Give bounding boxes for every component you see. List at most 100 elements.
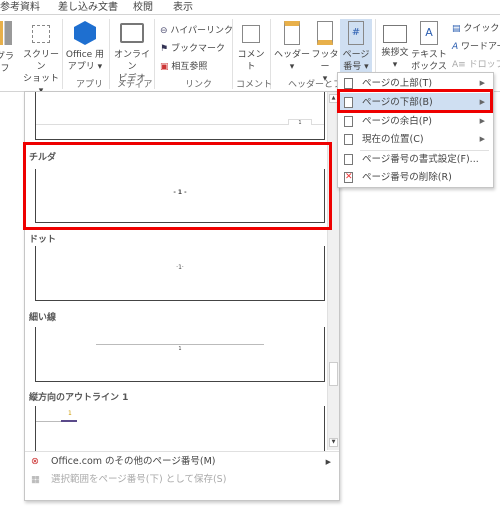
gallery-item-label: ドット (29, 235, 57, 245)
annotation-highlight-bottom-of-page (337, 89, 493, 113)
bookmark-button[interactable]: ⚑ ブックマーク (160, 41, 225, 54)
label: 相互参照 (171, 62, 208, 72)
label: テキスト (411, 50, 447, 60)
submenu-arrow-icon: ▶ (325, 458, 331, 466)
flag-icon: ⚑ (160, 44, 171, 54)
label: スクリーン (22, 50, 59, 72)
divider (62, 19, 63, 89)
tab-mailings[interactable]: 差し込み文書 (58, 0, 118, 13)
office-com-icon: ⊗ (31, 456, 39, 467)
drop-cap-button[interactable]: A≡ ドロップ キ (452, 57, 500, 70)
link-icon: ⊖ (160, 26, 171, 36)
label: ページ番号の削除(R) (362, 172, 452, 183)
gallery-item-vertical-outline[interactable]: 1 (35, 406, 325, 451)
cross-reference-button[interactable]: ▣ 相互参照 (160, 59, 207, 72)
scroll-down-icon[interactable]: ▼ (329, 438, 338, 447)
divider (25, 451, 339, 452)
group-label-media: メディア (117, 80, 153, 90)
online-video-button[interactable]: オンライン ビデオ (110, 21, 154, 85)
comment-icon (242, 25, 260, 43)
header-icon (284, 21, 300, 45)
label: ページの上部(T) (362, 78, 433, 89)
footer-icon (317, 21, 333, 45)
label: コメント (237, 50, 265, 72)
cross-reference-icon: ▣ (160, 62, 172, 72)
label: ブックマーク (170, 44, 225, 54)
label: グラフ (0, 52, 14, 74)
quick-parts-button[interactable]: ▤ クイック パ (452, 21, 500, 34)
page-number-button[interactable]: # ページ 番号 ▾ (340, 19, 372, 77)
divider (232, 19, 233, 89)
preview-line (36, 421, 61, 422)
gallery-item-label: 縦方向のアウトライン 1 (29, 393, 129, 403)
save-gallery-icon: ▦ (31, 474, 40, 485)
annotation-highlight-tilde (23, 142, 332, 230)
hyperlink-button[interactable]: ⊖ ハイパーリンク (160, 23, 233, 36)
menu-item-page-margins[interactable]: ページの余白(P) ▶ (338, 112, 493, 131)
label: 現在の位置(C) (362, 134, 424, 145)
preview-number: ·1· (176, 264, 184, 271)
remove-icon: ✕ (344, 172, 353, 183)
divider (154, 19, 155, 89)
greeting-icon (383, 25, 407, 43)
label: 挨拶文 (381, 48, 409, 58)
label: Office.com のその他のページ番号(M) (51, 456, 216, 467)
scroll-thumb[interactable] (329, 362, 338, 386)
header-button[interactable]: ヘッダー ▾ (274, 21, 310, 73)
label: ヘッダー (274, 50, 311, 60)
page-top-icon (344, 78, 353, 89)
label: ▾ (289, 62, 295, 72)
label: オンライン (113, 50, 150, 72)
greeting-button[interactable]: 挨拶文 ▾ (378, 21, 412, 71)
page-margin-icon (344, 116, 353, 127)
footer-line (36, 124, 324, 125)
more-page-numbers-office-com[interactable]: ⊗ Office.com のその他のページ番号(M) ▶ (25, 453, 339, 471)
screenshot-icon (32, 25, 50, 43)
wordart-button[interactable]: A ワードアー (452, 39, 500, 52)
label: アプリ ▾ (67, 62, 103, 72)
menu-item-current-position[interactable]: 現在の位置(C) ▶ (338, 130, 493, 149)
gallery-item-plain[interactable]: 1 (35, 92, 325, 140)
wordart-icon: A (452, 42, 462, 52)
menu-item-format-page-numbers[interactable]: ページ番号の書式設定(F)... (338, 150, 493, 169)
video-icon (120, 23, 144, 43)
comment-button[interactable]: コメント (234, 21, 268, 73)
screenshot-button[interactable]: スクリーン ショット ▾ (20, 21, 62, 97)
label: ワードアー (461, 42, 500, 52)
label: ページの余白(P) (362, 116, 432, 127)
label: ページ (342, 50, 370, 60)
group-label-comments: コメント (236, 80, 273, 90)
page-number-icon: # (348, 21, 364, 45)
preview-line (96, 344, 264, 345)
submenu-arrow-icon: ▶ (479, 117, 485, 125)
label: 選択範囲をページ番号(下) として保存(S) (51, 474, 227, 485)
textbox-icon: A (420, 21, 438, 45)
menu-item-remove-page-numbers[interactable]: ✕ ページ番号の削除(R) (338, 168, 493, 187)
chart-button[interactable]: グラフ (0, 21, 16, 75)
office-apps-icon (74, 21, 96, 45)
submenu-arrow-icon: ▶ (479, 135, 485, 143)
label: ▾ (392, 60, 398, 70)
label: Office 用 (65, 50, 105, 60)
label: フッター (311, 50, 339, 72)
group-label-links: リンク (185, 80, 213, 90)
gallery-item-label: 細い線 (29, 313, 57, 323)
tab-references[interactable]: 参考資料 (0, 0, 40, 13)
save-selection-as-page-number[interactable]: ▦ 選択範囲をページ番号(下) として保存(S) (25, 471, 339, 489)
tab-review[interactable]: 校閲 (133, 0, 153, 13)
gallery-item-thin-line[interactable]: 1 (35, 327, 325, 382)
preview-number: 1 (178, 346, 182, 352)
preview-number: 1 (68, 410, 72, 417)
preview-bar (61, 420, 77, 422)
drop-cap-icon: A≡ (452, 60, 469, 70)
format-icon (344, 154, 353, 165)
tab-view[interactable]: 表示 (173, 0, 193, 13)
chart-icon (0, 21, 12, 45)
label: ハイパーリンク (170, 26, 234, 36)
quick-parts-icon: ▤ (452, 24, 464, 34)
office-apps-button[interactable]: Office 用 アプリ ▾ (64, 21, 106, 73)
group-label-apps: アプリ (76, 80, 104, 90)
gallery-item-dot[interactable]: ·1· (35, 246, 325, 301)
preview-number: 1 (288, 119, 312, 126)
label: ドロップ キ (468, 60, 500, 70)
